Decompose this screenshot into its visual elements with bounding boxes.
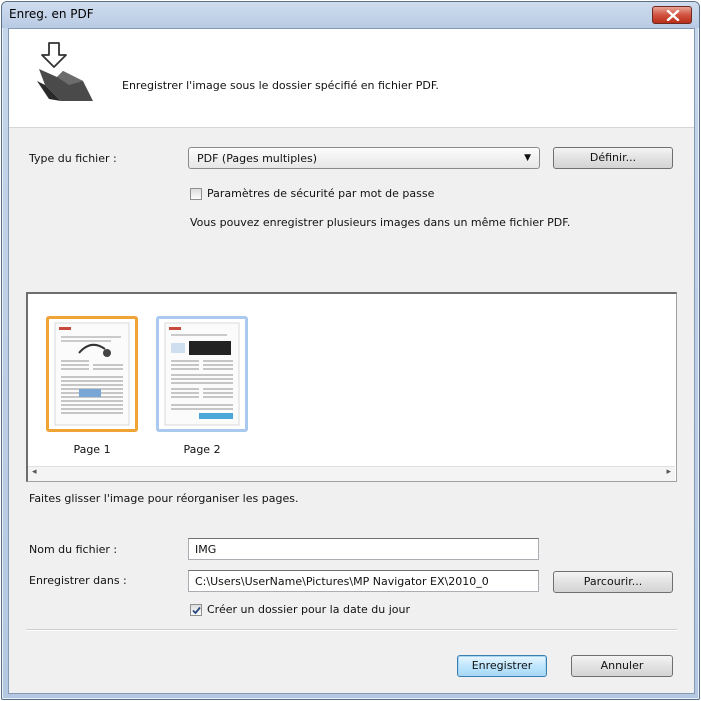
- password-security-label: Paramètres de sécurité par mot de passe: [207, 187, 435, 200]
- checkmark-icon: [192, 606, 201, 615]
- chevron-down-icon: ▼: [524, 153, 531, 163]
- divider: [26, 629, 677, 631]
- file-type-value: PDF (Pages multiples): [197, 152, 318, 165]
- date-folder-checkbox[interactable]: [190, 604, 202, 616]
- cancel-button[interactable]: Annuler: [571, 655, 673, 677]
- title-bar[interactable]: Enreg. en PDF: [2, 2, 699, 28]
- scroll-right-icon[interactable]: ▸: [666, 467, 671, 477]
- date-folder-label: Créer un dossier pour la date du jour: [207, 603, 411, 616]
- horizontal-scrollbar[interactable]: ◂ ▸: [28, 466, 675, 481]
- drag-hint: Faites glisser l'image pour réorganiser …: [29, 492, 299, 505]
- page-thumbnail[interactable]: [46, 316, 138, 432]
- file-name-input[interactable]: IMG: [188, 538, 539, 560]
- header-panel: Enregistrer l'image sous le dossier spéc…: [9, 29, 694, 128]
- save-folder-arrow-icon: [37, 42, 93, 101]
- save-in-label: Enregistrer dans :: [29, 574, 127, 587]
- dialog-body: Enregistrer l'image sous le dossier spéc…: [8, 28, 695, 694]
- document-preview-icon: [164, 322, 240, 426]
- close-button[interactable]: [652, 6, 692, 24]
- file-name-label: Nom du fichier :: [29, 543, 118, 556]
- info-text: Vous pouvez enregistrer plusieurs images…: [190, 216, 571, 229]
- close-x-icon: [666, 10, 680, 21]
- page-caption: Page 1: [73, 443, 111, 456]
- save-in-path-field[interactable]: C:\Users\UserName\Pictures\MP Navigator …: [188, 570, 539, 592]
- save-button[interactable]: Enregistrer: [457, 655, 547, 677]
- page-caption: Page 2: [183, 443, 221, 456]
- file-type-label: Type du fichier :: [29, 152, 117, 165]
- page-thumbnail[interactable]: [156, 316, 248, 432]
- file-type-select[interactable]: PDF (Pages multiples) ▼: [188, 147, 540, 169]
- page-thumbnails-area[interactable]: Page 1 Page 2 ◂ ▸: [26, 292, 677, 482]
- header-description: Enregistrer l'image sous le dossier spéc…: [122, 79, 439, 92]
- save-pdf-dialog: Enreg. en PDF Enregistrer l'image sous l…: [1, 1, 700, 700]
- window-title: Enreg. en PDF: [9, 7, 94, 21]
- password-security-checkbox[interactable]: [190, 188, 202, 200]
- define-button[interactable]: Définir...: [553, 147, 673, 169]
- browse-button[interactable]: Parcourir...: [553, 571, 673, 593]
- document-preview-icon: [54, 322, 130, 426]
- scroll-left-icon[interactable]: ◂: [32, 467, 37, 477]
